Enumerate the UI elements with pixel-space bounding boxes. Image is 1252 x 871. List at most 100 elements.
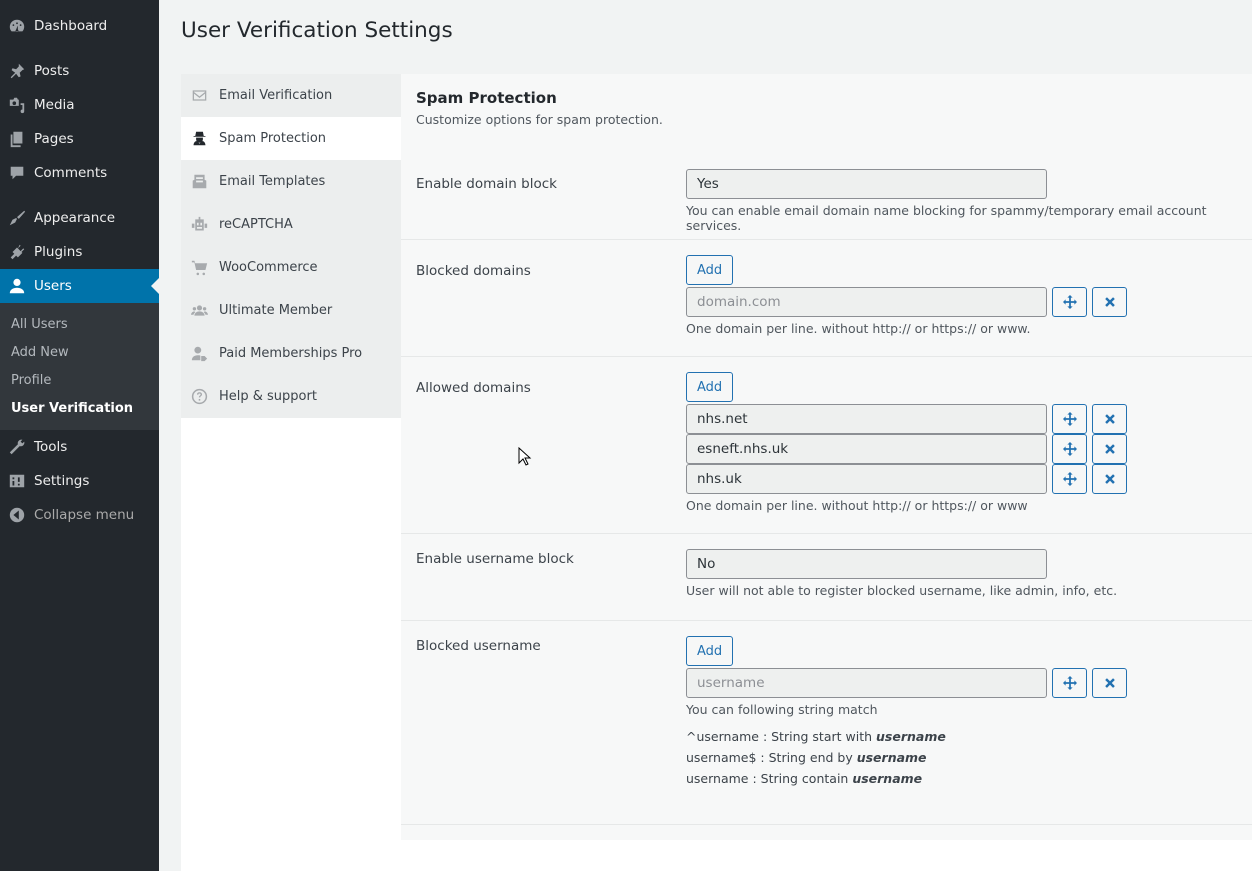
- submenu-all-users[interactable]: All Users: [0, 311, 159, 339]
- submenu-user-verification[interactable]: User Verification: [0, 395, 159, 423]
- menu-users[interactable]: Users: [0, 269, 159, 303]
- blocked-domain-line: [686, 287, 1246, 317]
- pin-icon: [0, 62, 34, 80]
- add-blocked-username-button[interactable]: Add: [686, 636, 734, 666]
- menu-label: Appearance: [34, 210, 116, 226]
- move-handle[interactable]: [1052, 404, 1087, 434]
- submenu-add-new[interactable]: Add New: [0, 339, 159, 367]
- menu-label: Collapse menu: [34, 507, 135, 523]
- blocked-username-input[interactable]: [686, 668, 1047, 698]
- allowed-domain-input[interactable]: [686, 404, 1047, 434]
- remove-button[interactable]: [1092, 287, 1127, 317]
- blocked-domain-input[interactable]: [686, 287, 1047, 317]
- admin-sidebar: Dashboard Posts Media Pages Comments App…: [0, 0, 159, 871]
- tab-label: Ultimate Member: [219, 303, 333, 318]
- paintbrush-icon: [0, 209, 34, 227]
- close-icon: [1104, 297, 1115, 307]
- allowed-domain-line: [686, 464, 1246, 494]
- plugin-icon: [0, 243, 34, 261]
- menu-label: Users: [34, 278, 72, 294]
- menu-label: Pages: [34, 131, 74, 147]
- match-hint: ^username : String start with username: [686, 729, 1246, 744]
- remove-button[interactable]: [1092, 464, 1127, 494]
- arrows-move-icon: [1062, 295, 1077, 309]
- allowed-domain-input[interactable]: [686, 464, 1047, 494]
- tab-woocommerce[interactable]: WooCommerce: [181, 246, 401, 289]
- enable-username-block-select[interactable]: [686, 549, 1047, 579]
- menu-posts[interactable]: Posts: [0, 54, 159, 88]
- menu-label: Dashboard: [34, 18, 108, 34]
- section-title: Spam Protection: [416, 89, 557, 107]
- add-allowed-domain-button[interactable]: Add: [686, 372, 734, 402]
- users-group-icon: [191, 302, 219, 319]
- question-circle-icon: [191, 388, 219, 405]
- tab-ultimate-member[interactable]: Ultimate Member: [181, 289, 401, 332]
- settings-icon: [0, 472, 34, 490]
- menu-dashboard[interactable]: Dashboard: [0, 9, 159, 43]
- tab-label: Spam Protection: [219, 131, 327, 146]
- hint-text: : String contain: [748, 771, 853, 786]
- remove-button[interactable]: [1092, 434, 1127, 464]
- menu-appearance[interactable]: Appearance: [0, 201, 159, 235]
- menu-pages[interactable]: Pages: [0, 122, 159, 156]
- tab-email-verification[interactable]: Email Verification: [181, 74, 401, 117]
- tab-email-templates[interactable]: Email Templates: [181, 160, 401, 203]
- dashboard-icon: [0, 17, 34, 35]
- move-handle[interactable]: [1052, 287, 1087, 317]
- enable-domain-block-select[interactable]: [686, 169, 1047, 199]
- media-icon: [0, 96, 34, 114]
- field-description: User will not able to register blocked u…: [686, 583, 1118, 598]
- hint-text: : String end by: [756, 750, 857, 765]
- field-label: Allowed domains: [416, 380, 531, 396]
- hint-pattern: username$: [686, 750, 757, 765]
- menu-comments[interactable]: Comments: [0, 156, 159, 190]
- row-blocked-username: Blocked username Add You can following s…: [401, 621, 1252, 825]
- remove-button[interactable]: [1092, 404, 1127, 434]
- move-handle[interactable]: [1052, 464, 1087, 494]
- menu-collapse[interactable]: Collapse menu: [0, 498, 159, 532]
- section-subtitle: Customize options for spam protection.: [416, 112, 663, 127]
- arrows-move-icon: [1062, 676, 1077, 690]
- robot-icon: [191, 216, 219, 233]
- hint-pattern: username: [686, 771, 749, 786]
- field-description: You can following string match: [686, 702, 878, 717]
- hint-text: : String start with: [758, 729, 876, 744]
- allowed-domain-line: [686, 434, 1246, 464]
- add-blocked-domain-button[interactable]: Add: [686, 255, 734, 285]
- move-handle[interactable]: [1052, 434, 1087, 464]
- tab-recaptcha[interactable]: reCAPTCHA: [181, 203, 401, 246]
- field-label: Blocked domains: [416, 263, 531, 279]
- envelope-icon: [191, 87, 219, 104]
- field-label: Blocked username: [416, 638, 541, 654]
- remove-button[interactable]: [1092, 668, 1127, 698]
- move-handle[interactable]: [1052, 668, 1087, 698]
- field-description: One domain per line. without http:// or …: [686, 321, 1031, 336]
- allowed-domain-input[interactable]: [686, 434, 1047, 464]
- close-icon: [1104, 474, 1115, 484]
- menu-label: Media: [34, 97, 75, 113]
- field-label: Enable domain block: [416, 176, 557, 192]
- menu-plugins[interactable]: Plugins: [0, 235, 159, 269]
- wrench-icon: [0, 438, 34, 456]
- menu-label: Settings: [34, 473, 90, 489]
- menu-settings[interactable]: Settings: [0, 464, 159, 498]
- submenu-profile[interactable]: Profile: [0, 367, 159, 395]
- settings-nav: Email Verification Spam Protection Email…: [181, 74, 401, 418]
- menu-label: Posts: [34, 63, 70, 79]
- menu-media[interactable]: Media: [0, 88, 159, 122]
- user-icon: [0, 277, 34, 295]
- page-title: User Verification Settings: [181, 18, 453, 43]
- hint-emphasis: username: [876, 729, 946, 744]
- comment-icon: [0, 164, 34, 182]
- user-secret-icon: [191, 130, 219, 147]
- close-icon: [1104, 444, 1115, 454]
- menu-tools[interactable]: Tools: [0, 430, 159, 464]
- tab-paid-memberships-pro[interactable]: Paid Memberships Pro: [181, 332, 401, 375]
- users-submenu: All Users Add New Profile User Verificat…: [0, 303, 159, 430]
- arrows-move-icon: [1062, 472, 1077, 486]
- menu-label: Comments: [34, 165, 108, 181]
- tab-label: reCAPTCHA: [219, 217, 293, 232]
- tab-help-support[interactable]: Help & support: [181, 375, 401, 418]
- close-icon: [1104, 678, 1115, 688]
- tab-spam-protection[interactable]: Spam Protection: [181, 117, 401, 160]
